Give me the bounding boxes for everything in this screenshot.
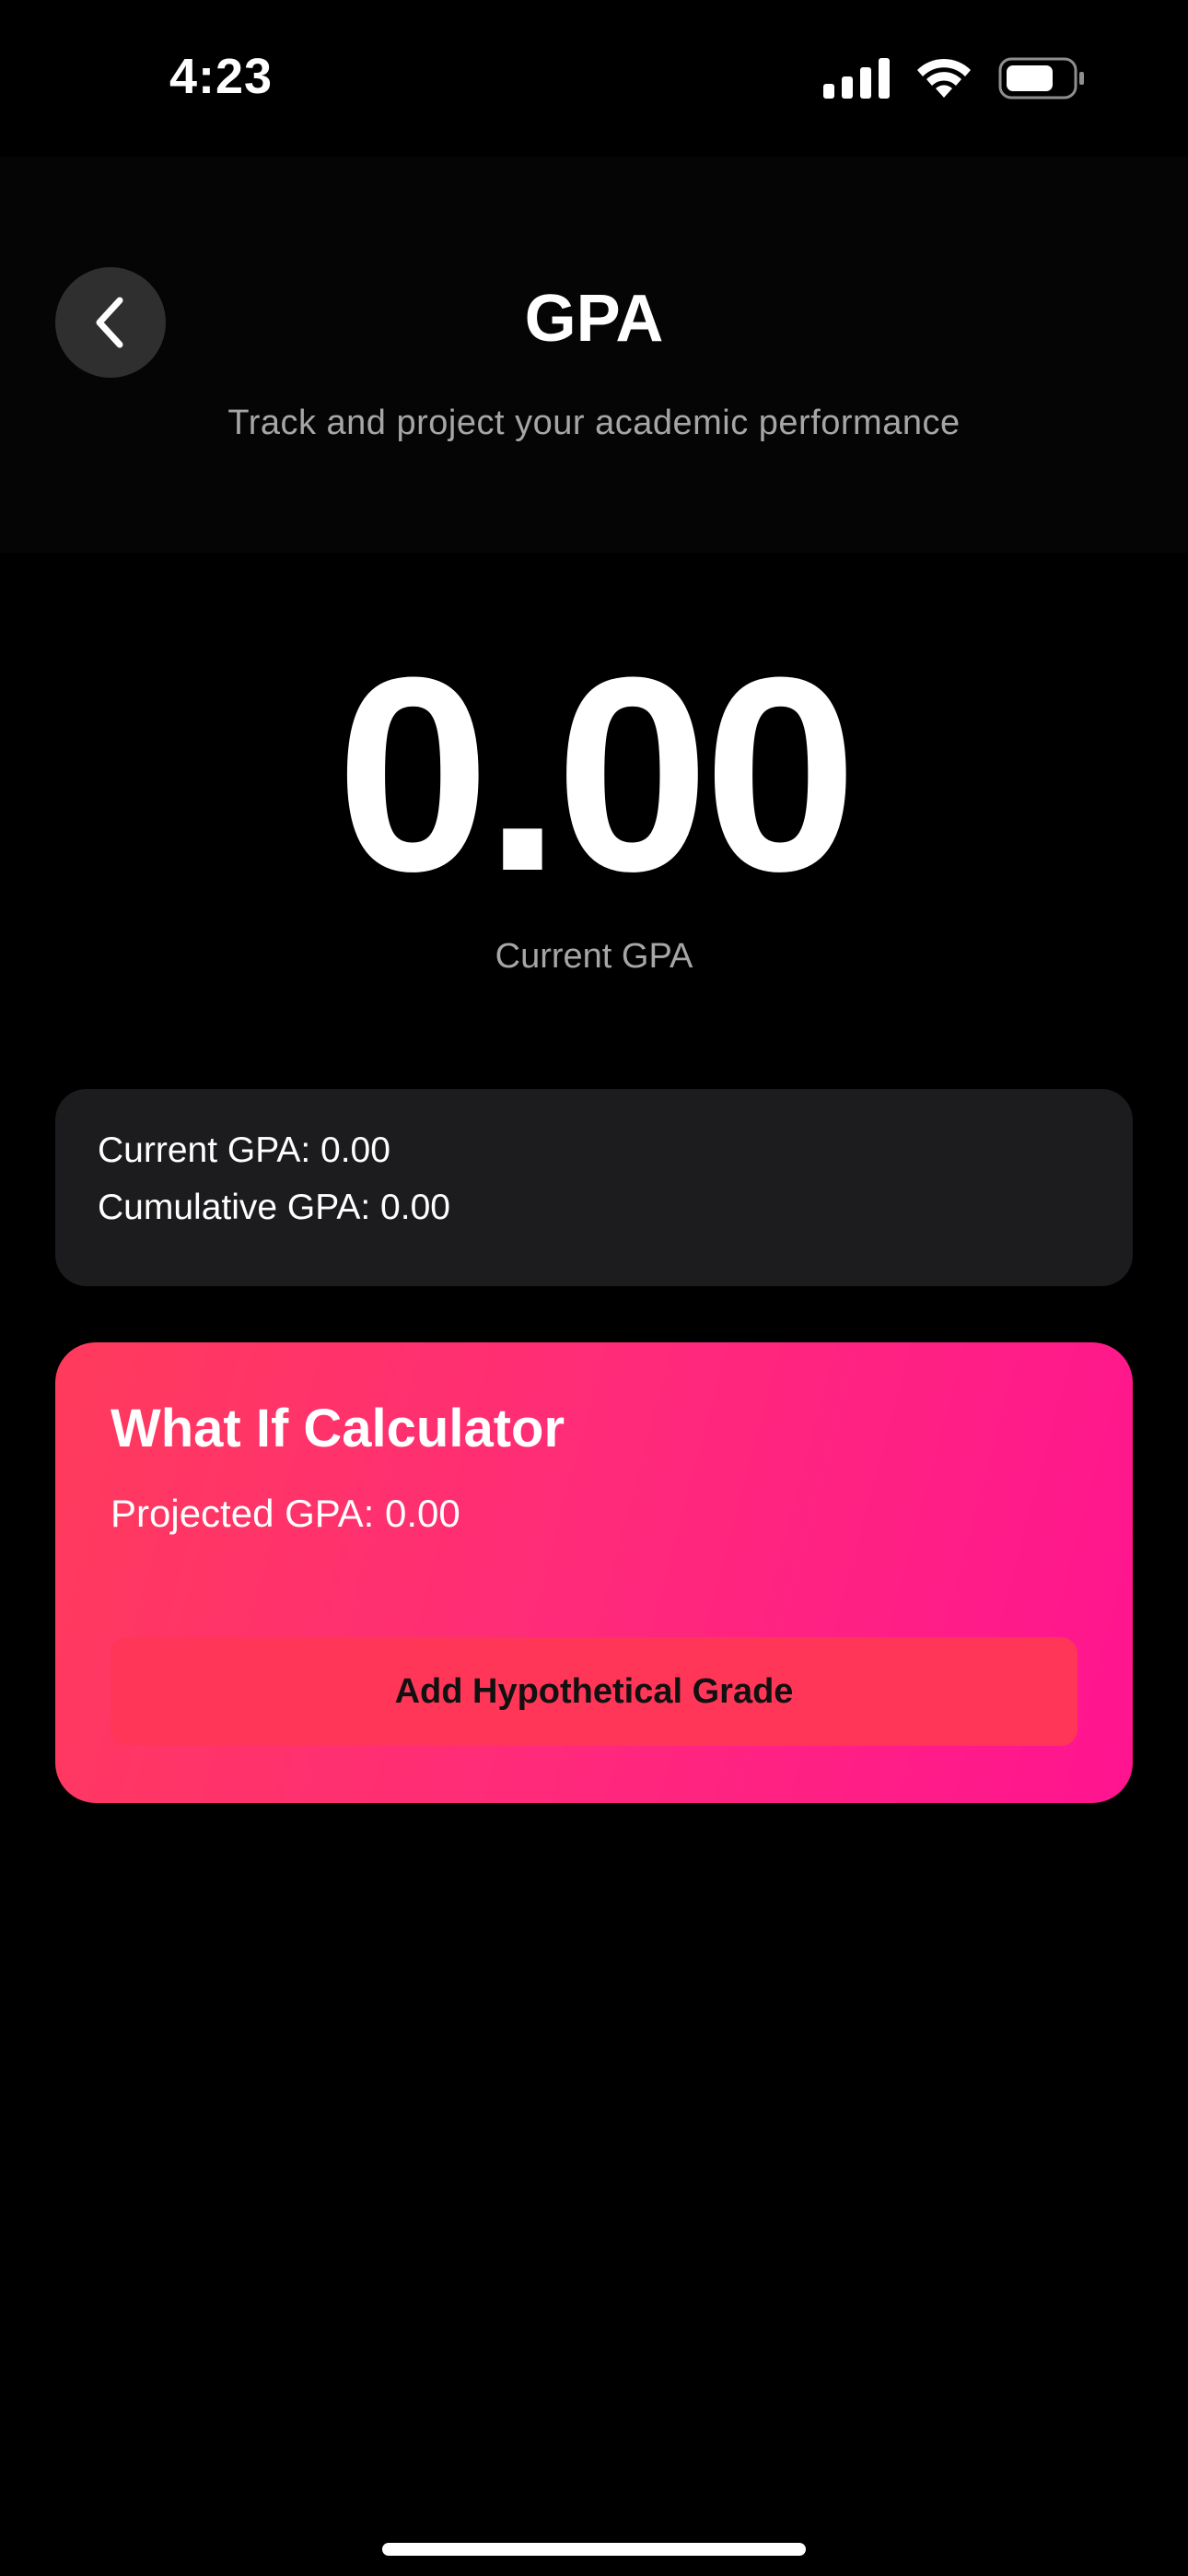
- wifi-icon: [917, 58, 971, 98]
- status-icons: [823, 57, 1085, 100]
- status-bar: 4:23: [0, 0, 1188, 157]
- add-hypothetical-grade-button[interactable]: Add Hypothetical Grade: [111, 1637, 1077, 1746]
- what-if-calculator-card: What If Calculator Projected GPA: 0.00 A…: [55, 1342, 1133, 1803]
- what-if-title: What If Calculator: [111, 1399, 565, 1458]
- page-subtitle: Track and project your academic performa…: [227, 404, 961, 442]
- current-gpa-text: Current GPA: 0.00: [98, 1130, 390, 1170]
- home-indicator: [382, 2543, 806, 2556]
- gpa-summary-card: Current GPA: 0.00 Cumulative GPA: 0.00: [55, 1089, 1133, 1286]
- cellular-signal-icon: [823, 58, 890, 99]
- gpa-value: 0.00: [336, 619, 857, 929]
- gpa-caption: Current GPA: [495, 937, 693, 976]
- status-time: 4:23: [169, 49, 274, 104]
- page-title: GPA: [524, 282, 664, 356]
- header: GPA Track and project your academic perf…: [0, 157, 1188, 553]
- cumulative-gpa-text: Cumulative GPA: 0.00: [98, 1188, 450, 1227]
- projected-gpa-text: Projected GPA: 0.00: [111, 1492, 460, 1535]
- battery-icon: [998, 57, 1084, 100]
